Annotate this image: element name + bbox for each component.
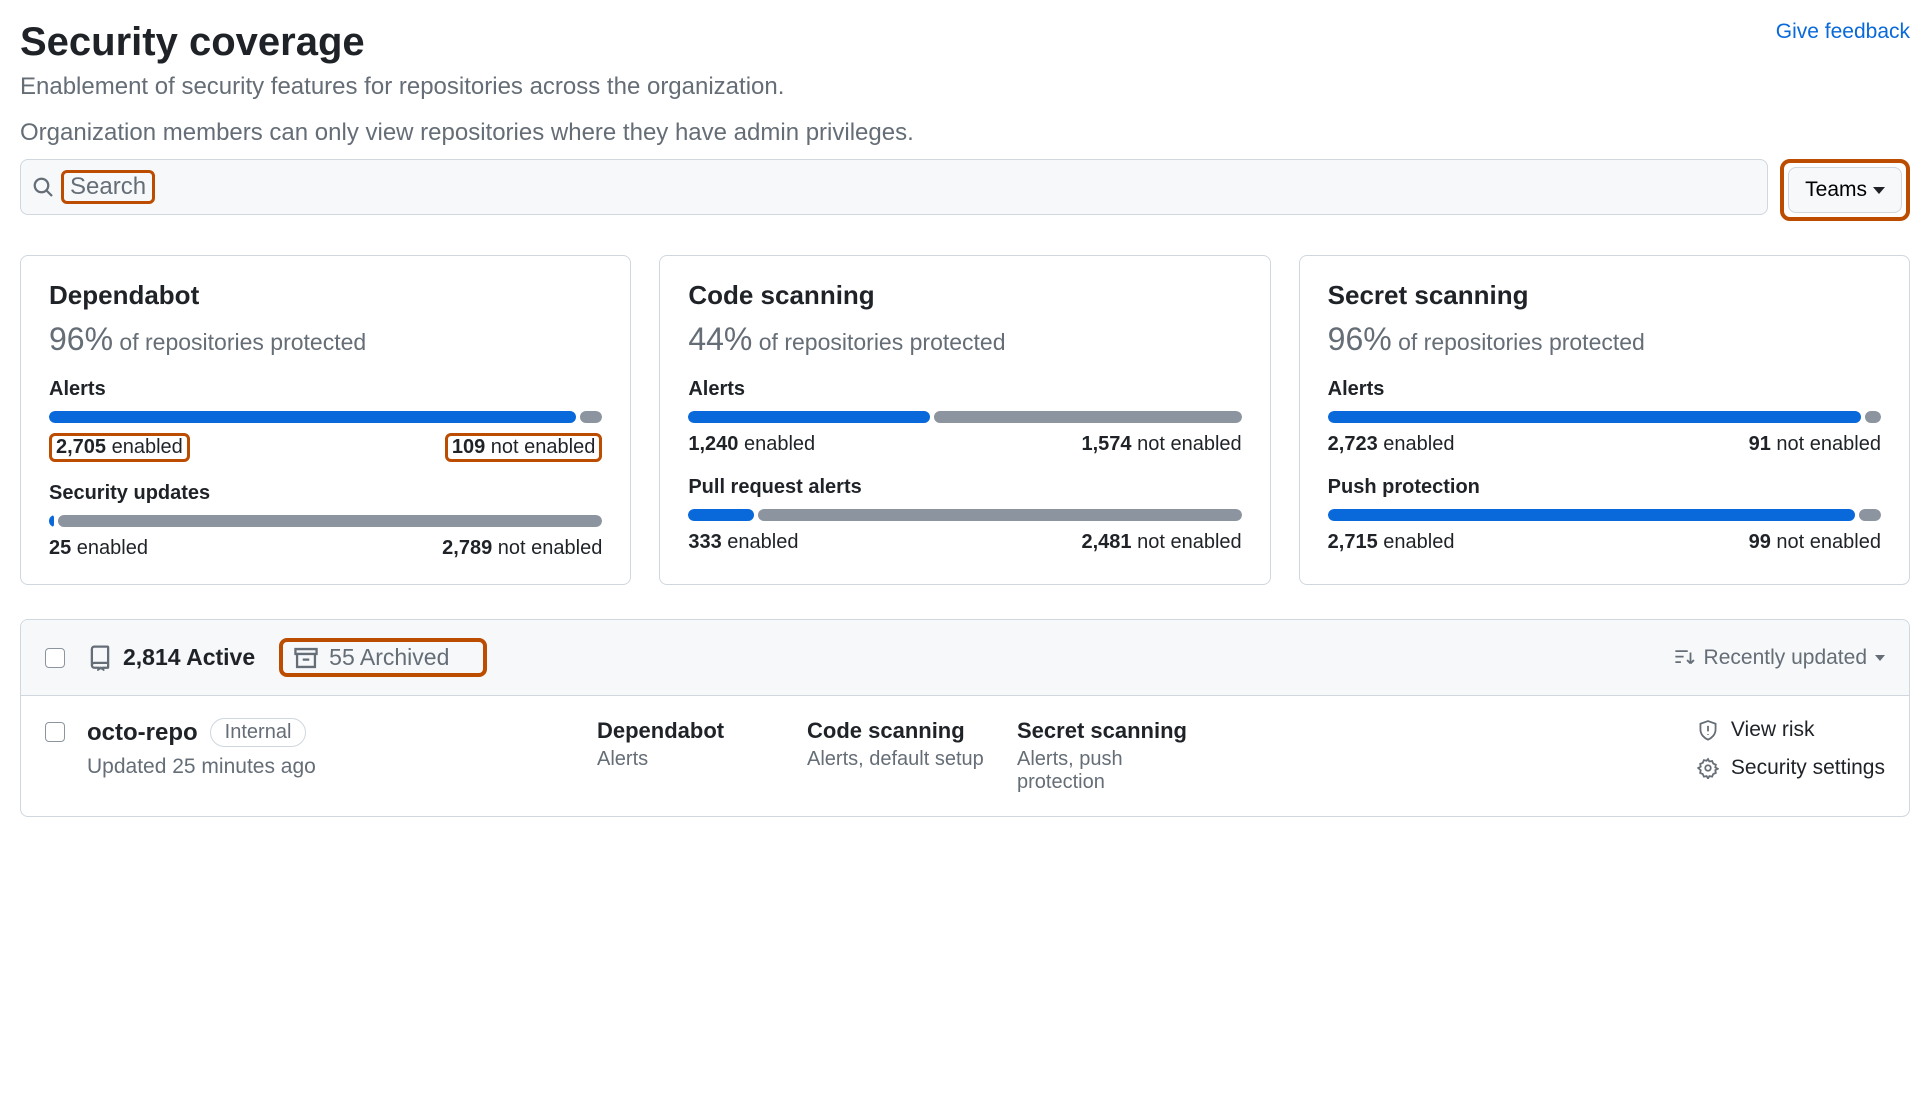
repo-icon [87,645,113,671]
coverage-card: Code scanning 44% of repositories protect… [659,255,1270,585]
teams-dropdown[interactable]: Teams [1788,167,1902,213]
feature-column: Code scanning Alerts, default setup [807,718,1017,794]
sort-icon [1674,647,1696,669]
give-feedback-link[interactable]: Give feedback [1776,20,1910,44]
view-risk-link[interactable]: View risk [1697,718,1885,742]
archived-tab-highlight: 55 Archived [279,638,487,677]
sort-dropdown[interactable]: Recently updated [1674,646,1885,670]
tab-archived[interactable]: 55 Archived [293,644,449,671]
teams-label: Teams [1805,178,1867,202]
search-input[interactable]: Search [20,159,1768,215]
progress-bar [49,411,602,423]
card-title: Secret scanning [1328,280,1881,311]
card-title: Dependabot [49,280,602,311]
feature-subtitle: Alerts, push protection [1017,748,1215,794]
progress-bar [688,411,1241,423]
view-risk-label: View risk [1731,718,1815,742]
security-settings-label: Security settings [1731,756,1885,780]
gear-icon [1697,757,1719,779]
metric-counts: 333 enabled2,481 not enabled [688,531,1241,554]
metric-label: Alerts [49,378,602,401]
page-subtitle: Enablement of security features for repo… [20,73,1910,101]
chevron-down-icon [1875,655,1885,661]
metric-label: Alerts [1328,378,1881,401]
enabled-count-highlight: 2,705 enabled [49,433,190,462]
feature-subtitle: Alerts, default setup [807,748,1005,771]
metric-counts: 1,240 enabled1,574 not enabled [688,433,1241,456]
progress-bar [1328,509,1881,521]
card-pct: 96% of repositories protected [49,321,602,358]
chevron-down-icon [1873,187,1885,194]
feature-title: Secret scanning [1017,718,1215,744]
visibility-badge: Internal [210,718,307,747]
metric-counts: 2,705 enabled 109 not enabled [49,433,602,462]
permissions-note: Organization members can only view repos… [20,119,1910,147]
sort-label: Recently updated [1704,646,1867,670]
coverage-card: Secret scanning 96% of repositories prote… [1299,255,1910,585]
page-title: Security coverage [20,20,365,65]
card-pct: 96% of repositories protected [1328,321,1881,358]
feature-column: Secret scanning Alerts, push protection [1017,718,1227,794]
tab-active[interactable]: 2,814 Active [87,644,255,671]
progress-bar [49,515,602,527]
card-title: Code scanning [688,280,1241,311]
archive-icon [293,645,319,671]
card-pct: 44% of repositories protected [688,321,1241,358]
metric-label: Push protection [1328,476,1881,499]
metric-counts: 25 enabled2,789 not enabled [49,537,602,560]
select-all-checkbox[interactable] [45,648,65,668]
metric-label: Security updates [49,482,602,505]
row-checkbox[interactable] [45,722,65,742]
teams-dropdown-highlight: Teams [1780,159,1910,221]
progress-bar [1328,411,1881,423]
feature-subtitle: Alerts [597,748,795,771]
repo-name[interactable]: octo-repo [87,719,198,747]
archived-count: 55 [329,644,355,670]
progress-bar [688,509,1241,521]
repo-list-header: 2,814 Active 55 Archived Recently update… [21,620,1909,696]
feature-column: Dependabot Alerts [597,718,807,794]
coverage-card: Dependabot 96% of repositories protected A… [20,255,631,585]
metric-label: Pull request alerts [688,476,1241,499]
metric-label: Alerts [688,378,1241,401]
search-placeholder: Search [61,170,155,204]
not-enabled-count-highlight: 109 not enabled [445,433,602,462]
feature-title: Code scanning [807,718,1005,744]
active-label: Active [186,644,255,670]
active-count: 2,814 [123,644,181,670]
shield-alert-icon [1697,719,1719,741]
archived-label: Archived [360,644,449,670]
metric-counts: 2,715 enabled99 not enabled [1328,531,1881,554]
repo-row: octo-repo Internal Updated 25 minutes ag… [21,696,1909,816]
feature-title: Dependabot [597,718,795,744]
updated-time: Updated 25 minutes ago [87,755,597,779]
metric-counts: 2,723 enabled91 not enabled [1328,433,1881,456]
search-icon [31,175,55,199]
security-settings-link[interactable]: Security settings [1697,756,1885,780]
